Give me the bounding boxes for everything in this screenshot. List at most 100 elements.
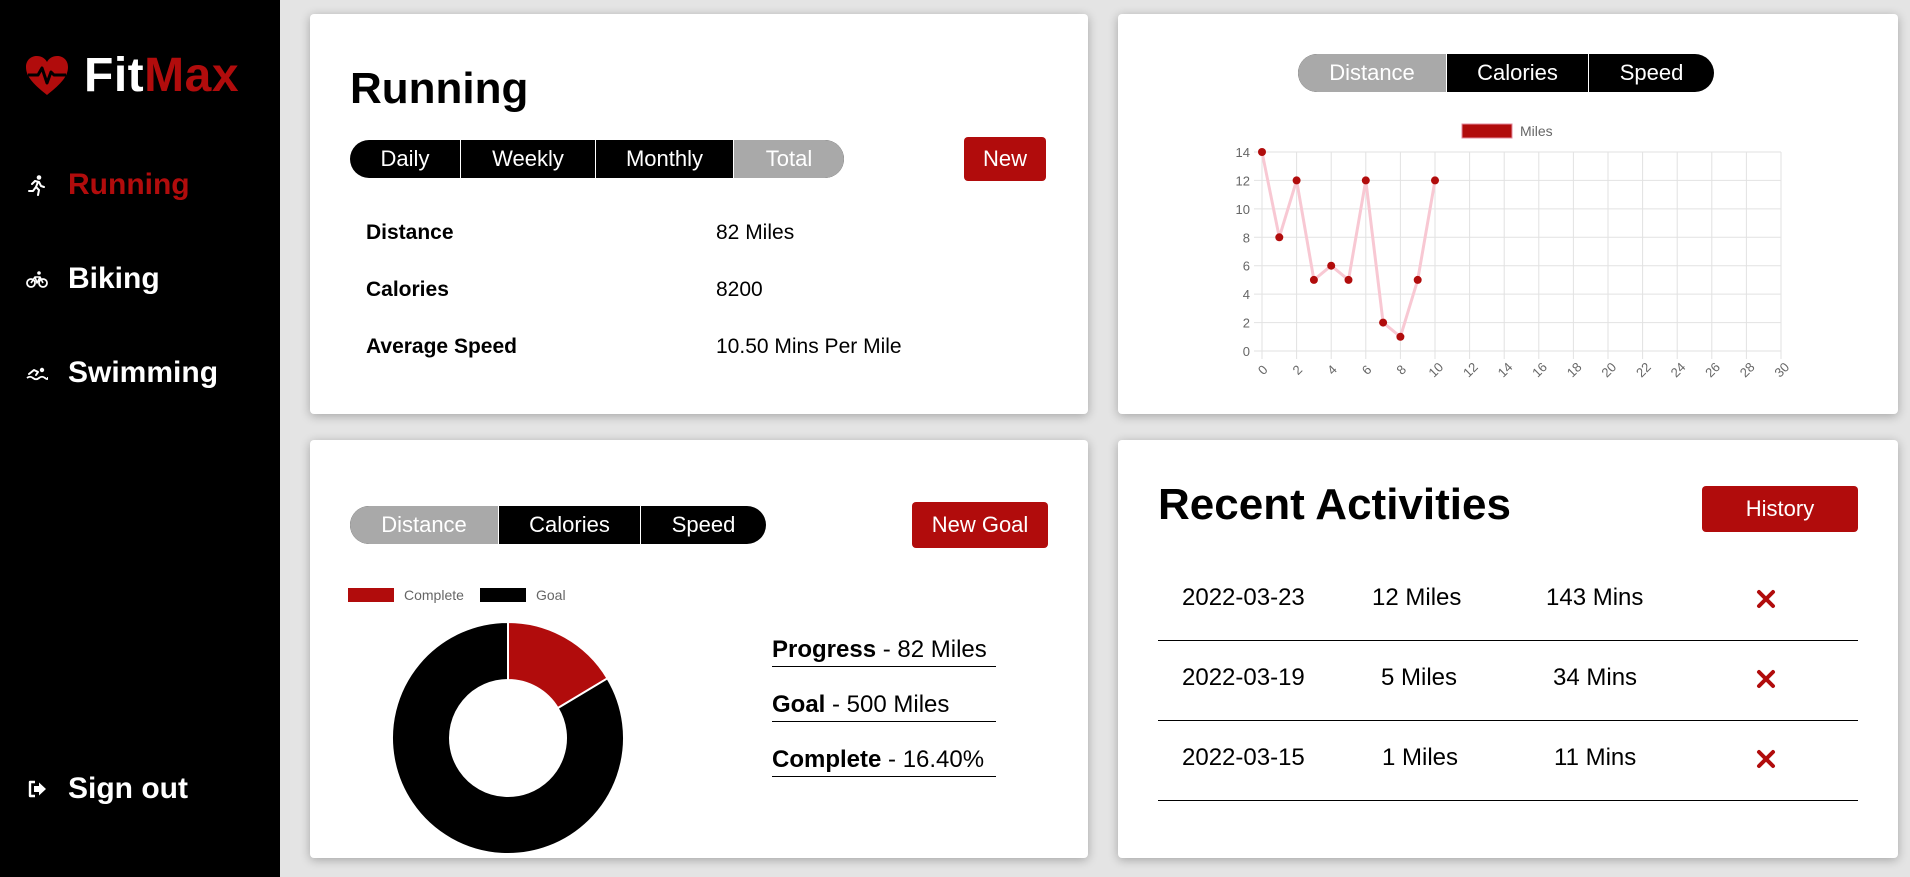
- x-tick-label: 26: [1702, 359, 1723, 380]
- sidebar-item-biking[interactable]: Biking: [26, 262, 160, 296]
- brand-max: Max: [144, 49, 240, 102]
- signout-label: Sign out: [68, 772, 188, 805]
- activity-date: 2022-03-15: [1182, 744, 1305, 771]
- close-icon: [1757, 590, 1775, 608]
- stat-label: Calories: [366, 278, 449, 301]
- miles-data-point: [1396, 332, 1405, 341]
- stat-label: Distance: [366, 221, 454, 244]
- miles-data-point: [1361, 176, 1370, 185]
- y-tick-label: 8: [1243, 230, 1250, 245]
- miles-series-line: [1260, 151, 1437, 339]
- sidebar: FitMax Running Biking Swimming Sign out: [0, 0, 280, 877]
- miles-data-point: [1344, 275, 1353, 284]
- miles-line-chart: Miles024681012140 2 4 6 8 10 12 14 16 18 20 22 24 26 2…: [1236, 123, 1793, 380]
- tab-speed[interactable]: Speed: [641, 506, 766, 544]
- brand-fit: Fit: [84, 49, 145, 102]
- activity-date: 2022-03-19: [1182, 664, 1305, 691]
- delete-activity-button[interactable]: [1756, 588, 1776, 616]
- x-tick-label: 8: [1393, 362, 1409, 378]
- goal-card: Distance Calories Speed New Goal Complet…: [310, 440, 1088, 858]
- sidebar-item-running[interactable]: Running: [26, 168, 190, 202]
- activity-distance: 12 Miles: [1372, 584, 1462, 611]
- activity-distance: 5 Miles: [1381, 664, 1458, 691]
- running-icon: [28, 175, 45, 196]
- x-tick-label: 2: [1290, 362, 1306, 378]
- tab-daily[interactable]: Daily: [350, 140, 461, 178]
- activity-row: 2022-03-15 1 Miles 11 Mins: [1158, 720, 1858, 801]
- history-button[interactable]: History: [1702, 486, 1858, 532]
- sidebar-item-swimming[interactable]: Swimming: [26, 356, 218, 390]
- goal-label: Goal: [772, 691, 826, 718]
- activity-duration: 11 Mins: [1554, 744, 1637, 771]
- x-tick-label: 10: [1425, 359, 1446, 380]
- delete-activity-button[interactable]: [1756, 748, 1776, 776]
- sidebar-item-label: Running: [68, 168, 190, 201]
- legend-label-miles: Miles: [1520, 123, 1553, 139]
- summary-card: Running Daily Weekly Monthly Total New D…: [310, 14, 1088, 414]
- progress-label: Progress: [772, 636, 877, 663]
- goal-value: - 500 Miles: [825, 691, 950, 718]
- activity-row: 2022-03-19 5 Miles 34 Mins: [1158, 640, 1858, 721]
- brand-logo[interactable]: FitMax: [24, 48, 239, 103]
- miles-data-point: [1292, 176, 1301, 185]
- bike-icon: [26, 271, 48, 288]
- miles-data-point: [1431, 176, 1439, 185]
- stat-label: Average Speed: [366, 335, 517, 358]
- x-tick-label: 14: [1495, 359, 1516, 380]
- x-tick-label: 16: [1529, 359, 1550, 380]
- x-tick-label: 18: [1564, 359, 1585, 380]
- x-tick-label: 4: [1324, 362, 1340, 378]
- goal-donut-chart: Complete Goal: [348, 587, 625, 855]
- chart-legend: Miles: [1461, 123, 1553, 139]
- stat-row-distance: Distance 82 Miles: [366, 221, 794, 245]
- new-goal-button[interactable]: New Goal: [912, 502, 1048, 548]
- legend-swatch-goal: [480, 588, 526, 602]
- delete-activity-button[interactable]: [1756, 668, 1776, 696]
- tab-calories[interactable]: Calories: [499, 506, 641, 544]
- legend-swatch-complete: [348, 588, 394, 602]
- tab-total[interactable]: Total: [734, 140, 844, 178]
- sidebar-item-label: Swimming: [68, 356, 219, 389]
- complete-label: Complete: [772, 746, 882, 773]
- period-tabs: Daily Weekly Monthly Total: [350, 140, 844, 178]
- signout-icon: [28, 780, 46, 798]
- stat-value: 8200: [716, 278, 763, 301]
- stat-row-calories: Calories 8200: [366, 278, 763, 302]
- miles-data-point: [1327, 261, 1336, 270]
- complete-value: - 16.40%: [881, 746, 985, 773]
- recent-activities-title: Recent Activities: [1158, 480, 1511, 529]
- x-tick-label: 28: [1737, 359, 1758, 380]
- legend-swatch-miles: [1461, 123, 1513, 139]
- chart-card: Distance Calories Speed Miles 0 2 4 6 8 10 12 14…: [1118, 14, 1898, 414]
- x-tick-label: 24: [1668, 359, 1689, 380]
- page-title: Running: [350, 64, 529, 113]
- x-tick-label: 22: [1633, 359, 1654, 380]
- sidebar-item-label: Biking: [68, 262, 160, 295]
- y-tick-label: 2: [1243, 316, 1250, 331]
- tab-weekly[interactable]: Weekly: [461, 140, 596, 178]
- activity-duration: 34 Mins: [1553, 664, 1638, 691]
- activity-distance: 1 Miles: [1382, 744, 1459, 771]
- signout-button[interactable]: Sign out: [26, 772, 188, 806]
- x-tick-label: 0: [1255, 362, 1271, 378]
- y-tick-label: 14: [1236, 145, 1250, 160]
- tab-distance[interactable]: Distance: [350, 506, 499, 544]
- close-icon: [1757, 670, 1775, 688]
- x-tick-label: 30: [1771, 359, 1792, 380]
- stat-value: 82 Miles: [716, 221, 795, 244]
- y-tick-label: 12: [1236, 173, 1250, 188]
- activity-duration: 143 Mins: [1546, 584, 1644, 611]
- legend-label-goal: Goal: [536, 587, 566, 603]
- y-tick-label: 6: [1243, 259, 1250, 274]
- tab-monthly[interactable]: Monthly: [596, 140, 734, 178]
- x-tick-label: 20: [1598, 359, 1619, 380]
- miles-data-point: [1275, 233, 1284, 242]
- y-tick-label: 4: [1243, 287, 1250, 302]
- progress-line: Progress - 82 Miles: [772, 636, 996, 667]
- activity-date: 2022-03-23: [1182, 584, 1305, 611]
- new-activity-button[interactable]: New: [964, 137, 1046, 181]
- stat-value: 10.50 Mins Per Mile: [716, 335, 902, 358]
- legend-label-complete: Complete: [404, 587, 464, 603]
- activity-row: 2022-03-23 12 Miles 143 Mins: [1158, 560, 1858, 641]
- x-tick-label: 6: [1359, 362, 1375, 378]
